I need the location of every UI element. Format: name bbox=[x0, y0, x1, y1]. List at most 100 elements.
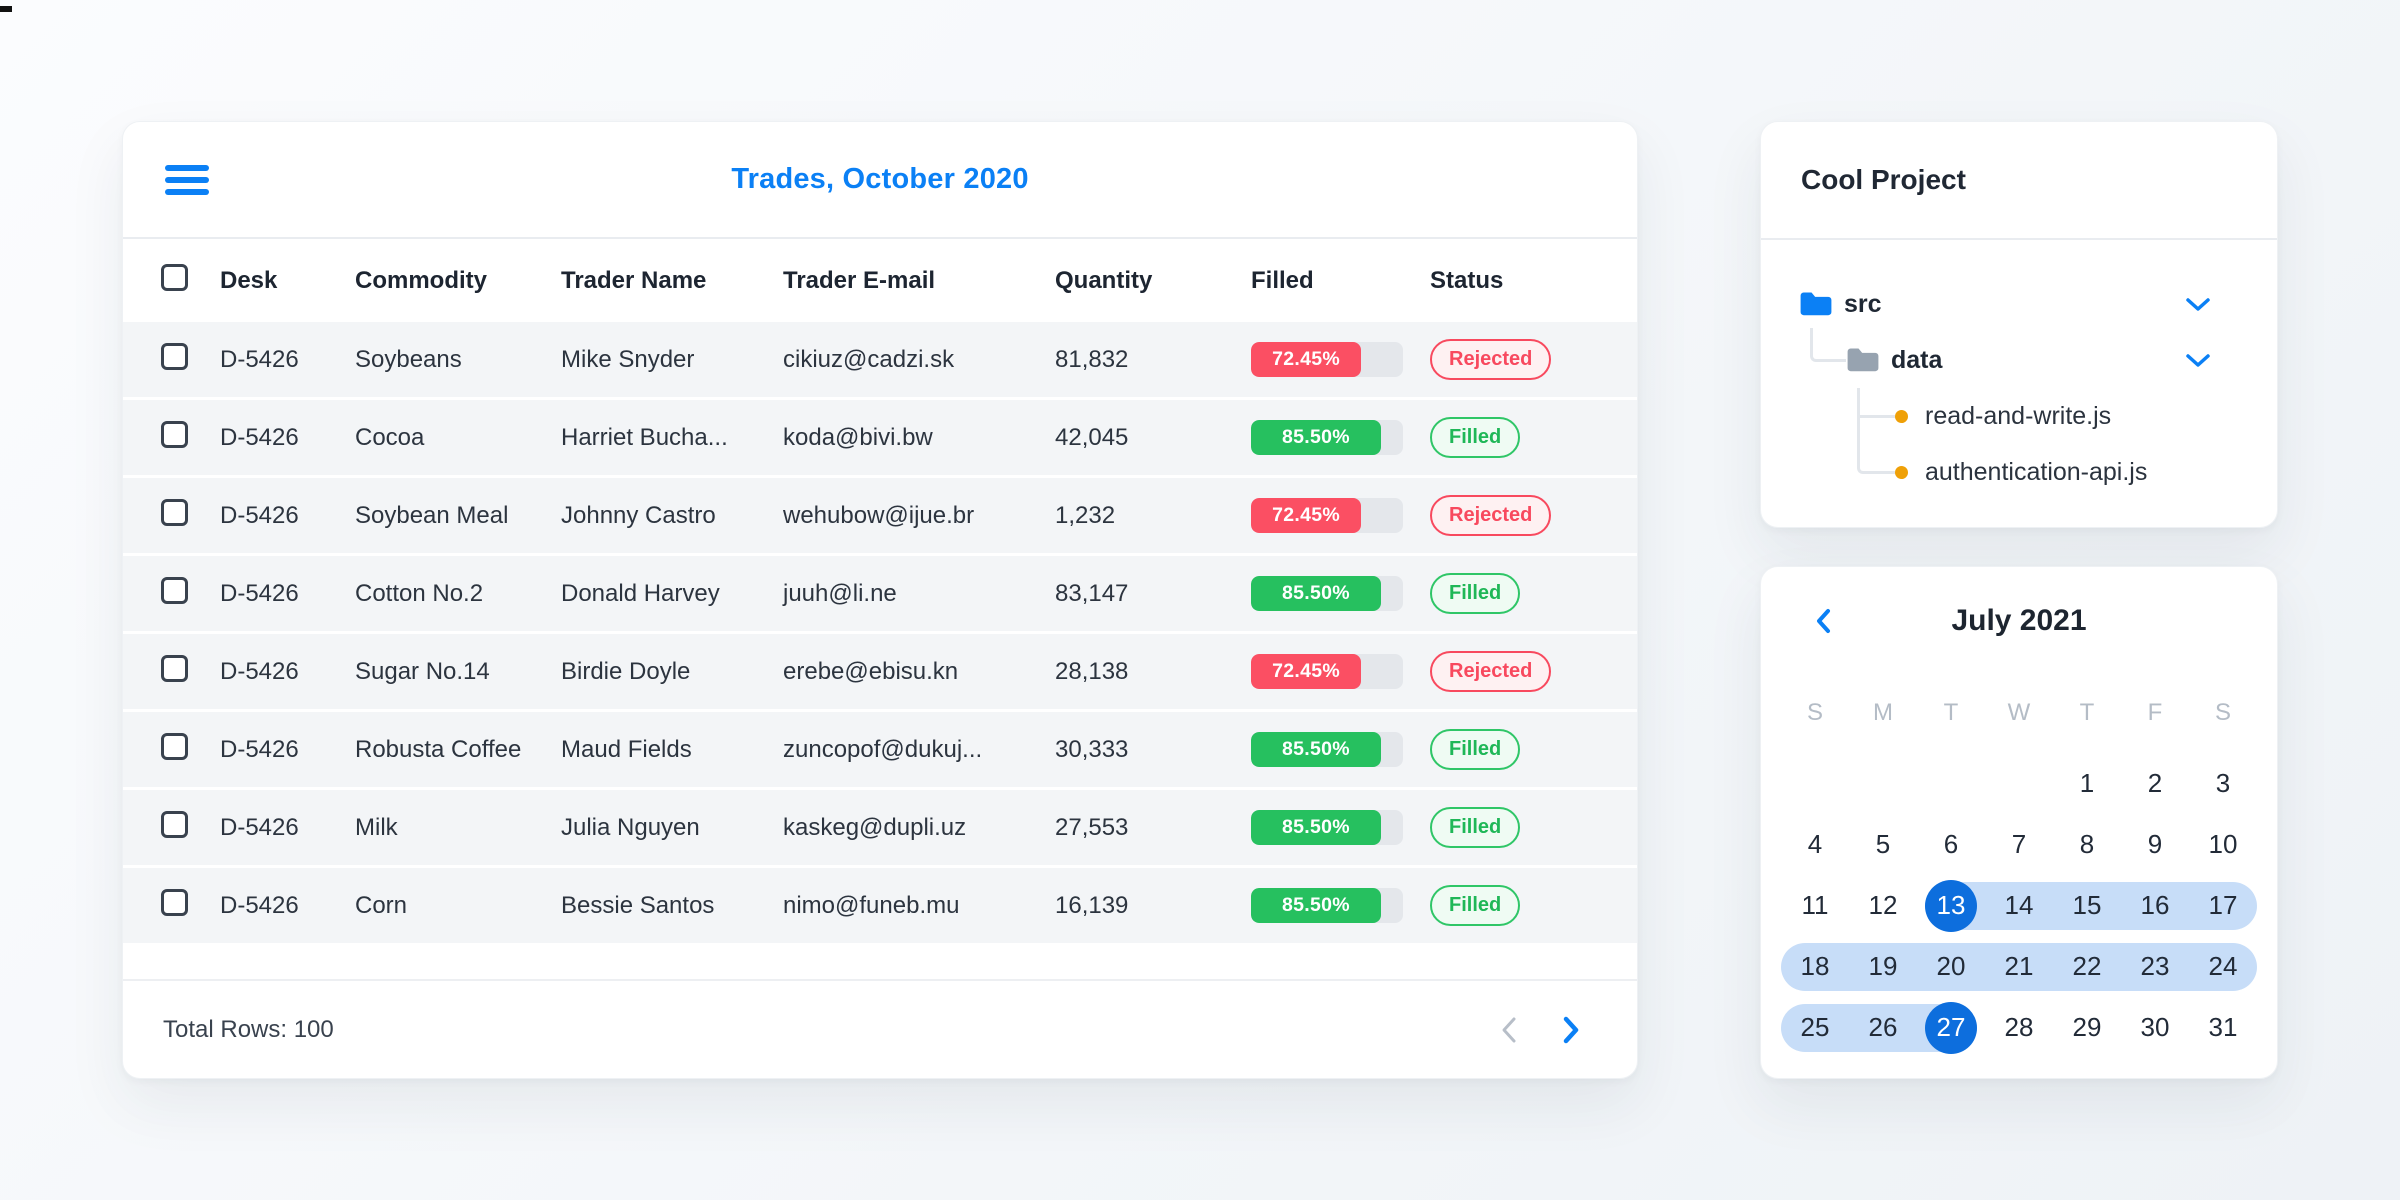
tree-node-src[interactable]: src bbox=[1761, 276, 2277, 332]
calendar-day[interactable]: 11 bbox=[1781, 890, 1849, 921]
cell-commodity: Corn bbox=[355, 891, 408, 919]
tree-file-read-and-write[interactable]: read-and-write.js bbox=[1761, 388, 2277, 444]
cell-commodity: Sugar No.14 bbox=[355, 657, 490, 685]
calendar-day[interactable]: 19 bbox=[1849, 951, 1917, 982]
table-column-header-row: Desk Commodity Trader Name Trader E-mail… bbox=[123, 239, 1637, 322]
tree-file-authentication-api[interactable]: authentication-api.js bbox=[1761, 444, 2277, 500]
filled-progress-bar: 85.50% bbox=[1251, 810, 1403, 845]
cell-trader-name: Bessie Santos bbox=[561, 891, 715, 919]
calendar-day[interactable]: 9 bbox=[2121, 829, 2189, 860]
row-checkbox[interactable] bbox=[161, 732, 188, 760]
filled-progress-value: 85.50% bbox=[1251, 888, 1381, 923]
calendar-day-selected[interactable]: 27 bbox=[1917, 1001, 1985, 1054]
cell-trader-email: erebe@ebisu.kn bbox=[783, 657, 959, 685]
chevron-left-icon bbox=[1817, 609, 1830, 633]
filled-progress-value: 72.45% bbox=[1251, 342, 1362, 377]
calendar-card: July 2021 SMTWTFS 1 2 3 4 5 6 7 8 9 10 11 12 13 14 15 1… bbox=[1760, 566, 2278, 1079]
table-row: D-5426 Cotton No.2 Donald Harvey juuh@li… bbox=[123, 556, 1637, 631]
calendar-header: July 2021 bbox=[1781, 567, 2257, 675]
calendar-day[interactable]: 8 bbox=[2053, 829, 2121, 860]
row-checkbox[interactable] bbox=[161, 576, 188, 604]
calendar-day[interactable]: 26 bbox=[1849, 1012, 1917, 1043]
row-checkbox[interactable] bbox=[161, 810, 188, 838]
cell-quantity: 30,333 bbox=[1055, 735, 1129, 763]
calendar-day[interactable]: 5 bbox=[1849, 829, 1917, 860]
total-rows-label: Total Rows: 100 bbox=[163, 1015, 334, 1043]
table-title: Trades, October 2020 bbox=[731, 163, 1029, 195]
filled-progress-value: 85.50% bbox=[1251, 576, 1381, 611]
table-row: D-5426 Robusta Coffee Maud Fields zuncop… bbox=[123, 712, 1637, 787]
cell-desk: D-5426 bbox=[220, 891, 299, 919]
file-bullet-icon bbox=[1895, 465, 1908, 479]
filled-progress-value: 72.45% bbox=[1251, 654, 1362, 689]
calendar-prev-month-button[interactable] bbox=[1815, 608, 1832, 634]
calendar-day[interactable]: 24 bbox=[2189, 951, 2257, 982]
calendar-day[interactable]: 20 bbox=[1917, 951, 1985, 982]
cell-trader-name: Harriet Bucha... bbox=[561, 423, 728, 451]
chevron-down-icon[interactable] bbox=[2185, 353, 2211, 368]
calendar-day[interactable]: 31 bbox=[2189, 1012, 2257, 1043]
cell-trader-name: Donald Harvey bbox=[561, 579, 720, 607]
row-checkbox[interactable] bbox=[161, 420, 188, 448]
calendar-day[interactable]: 23 bbox=[2121, 951, 2189, 982]
calendar-day[interactable]: 6 bbox=[1917, 829, 1985, 860]
file-bullet-icon bbox=[1895, 409, 1908, 423]
calendar-day[interactable]: 25 bbox=[1781, 1012, 1849, 1043]
cell-desk: D-5426 bbox=[220, 657, 299, 685]
calendar-day[interactable]: 12 bbox=[1849, 890, 1917, 921]
select-all-checkbox[interactable] bbox=[161, 263, 188, 291]
menu-icon[interactable] bbox=[165, 164, 209, 195]
cell-commodity: Cotton No.2 bbox=[355, 579, 484, 607]
weekday-label: S bbox=[2214, 699, 2231, 726]
row-checkbox[interactable] bbox=[161, 498, 188, 526]
cell-trader-email: nimo@funeb.mu bbox=[783, 891, 960, 919]
row-checkbox[interactable] bbox=[161, 888, 188, 916]
calendar-day[interactable]: 18 bbox=[1781, 951, 1849, 982]
tree-file-label: read-and-write.js bbox=[1925, 401, 2112, 430]
cell-commodity: Soybean Meal bbox=[355, 501, 509, 529]
calendar-day[interactable]: 2 bbox=[2121, 768, 2189, 799]
calendar-day[interactable]: 10 bbox=[2189, 829, 2257, 860]
cell-trader-email: wehubow@ijue.br bbox=[783, 501, 975, 529]
calendar-day[interactable]: 17 bbox=[2189, 890, 2257, 921]
table-row: D-5426 Cocoa Harriet Bucha... koda@bivi.… bbox=[123, 400, 1637, 475]
calendar-day[interactable]: 30 bbox=[2121, 1012, 2189, 1043]
filled-progress-bar: 72.45% bbox=[1251, 498, 1403, 533]
pagination bbox=[1489, 1010, 1591, 1050]
calendar-day[interactable]: 4 bbox=[1781, 829, 1849, 860]
calendar-day[interactable]: 28 bbox=[1985, 1012, 2053, 1043]
cell-quantity: 28,138 bbox=[1055, 657, 1129, 685]
calendar-day[interactable]: 29 bbox=[2053, 1012, 2121, 1043]
calendar-day[interactable]: 7 bbox=[1985, 829, 2053, 860]
chevron-down-icon[interactable] bbox=[2185, 297, 2211, 312]
cell-desk: D-5426 bbox=[220, 501, 299, 529]
weekday-label: W bbox=[2007, 699, 2031, 726]
calendar-day-selected[interactable]: 13 bbox=[1917, 879, 1985, 932]
tree-node-data[interactable]: data bbox=[1761, 332, 2277, 388]
calendar-day[interactable]: 21 bbox=[1985, 951, 2053, 982]
prev-page-button[interactable] bbox=[1489, 1010, 1529, 1050]
cell-commodity: Soybeans bbox=[355, 345, 462, 373]
cell-quantity: 81,832 bbox=[1055, 345, 1129, 373]
row-checkbox[interactable] bbox=[161, 342, 188, 370]
row-checkbox[interactable] bbox=[161, 654, 188, 682]
column-header-status: Status bbox=[1430, 266, 1504, 294]
status-badge: Filled bbox=[1430, 573, 1521, 614]
calendar-week-row: 4 5 6 7 8 9 10 bbox=[1781, 814, 2257, 875]
calendar-day[interactable]: 1 bbox=[2053, 768, 2121, 799]
file-tree-header: Cool Project bbox=[1761, 122, 2277, 240]
calendar-day[interactable]: 14 bbox=[1985, 890, 2053, 921]
file-tree: src data read-and-write.js authenticatio… bbox=[1761, 240, 2277, 500]
filled-progress-bar: 85.50% bbox=[1251, 732, 1403, 767]
filled-progress-value: 72.45% bbox=[1251, 498, 1362, 533]
calendar-day[interactable]: 15 bbox=[2053, 890, 2121, 921]
calendar-day[interactable]: 3 bbox=[2189, 768, 2257, 799]
calendar-day[interactable]: 22 bbox=[2053, 951, 2121, 982]
next-page-button[interactable] bbox=[1551, 1010, 1591, 1050]
folder-icon bbox=[1847, 348, 1879, 372]
table-row: D-5426 Soybeans Mike Snyder cikiuz@cadzi… bbox=[123, 322, 1637, 397]
calendar-day[interactable]: 16 bbox=[2121, 890, 2189, 921]
cell-trader-name: Mike Snyder bbox=[561, 345, 695, 373]
cell-quantity: 42,045 bbox=[1055, 423, 1129, 451]
calendar-grid: 1 2 3 4 5 6 7 8 9 10 11 12 13 14 15 16 17 18 19 20 21 22 23 24 2… bbox=[1781, 753, 2257, 1058]
